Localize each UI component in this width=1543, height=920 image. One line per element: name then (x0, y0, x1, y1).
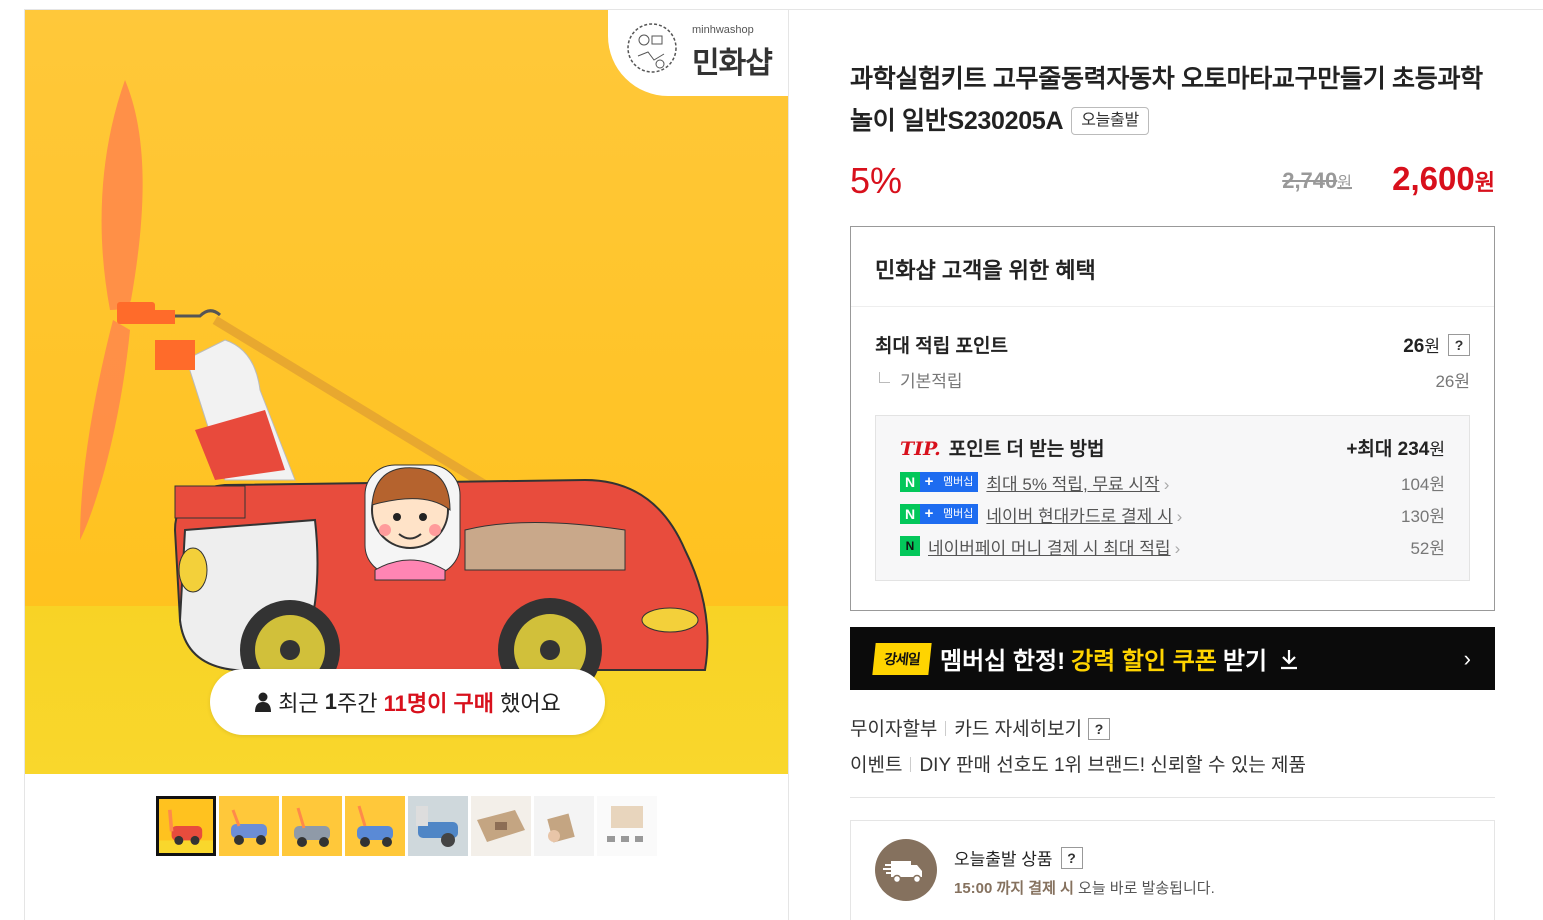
original-price-value: 2,740 (1282, 168, 1338, 193)
thumbnail-7[interactable] (534, 796, 594, 856)
thumbnail-1[interactable] (156, 796, 216, 856)
thumbnail-4[interactable] (345, 796, 405, 856)
tip-max-value: 234 (1397, 439, 1430, 460)
truck-icon (875, 839, 937, 901)
installment-row: 무이자할부 카드 자세히보기? (850, 714, 1111, 741)
max-points-row: 최대 적립 포인트 26원? (875, 331, 1470, 358)
membership-badge-text: 멤버십 (938, 504, 979, 524)
shipping-time: 15:00 까지 결제 시 (954, 880, 1074, 897)
shipping-title: 오늘출발 상품? (954, 845, 1083, 870)
sale-price-value: 2,600 (1392, 160, 1475, 197)
shipping-title-text: 오늘출발 상품 (954, 850, 1053, 869)
purchase-suffix: 했어요 (493, 691, 561, 716)
event-row: 이벤트 DIY 판매 선호도 1위 브랜드! 신뢰할 수 있는 제품 (850, 750, 1306, 777)
top-divider (789, 9, 1543, 10)
thumbnail-6[interactable] (471, 796, 531, 856)
original-price: 2,740원 (1282, 168, 1352, 194)
coupon-highlight: 강력 할인 쿠폰 (1071, 648, 1217, 675)
shipping-box: 오늘출발 상품? 15:00 까지 결제 시 오늘 바로 발송됩니다. (850, 820, 1495, 920)
max-points-label: 최대 적립 포인트 (875, 336, 1008, 357)
card-detail-link[interactable]: 카드 자세히보기 (954, 719, 1082, 740)
tip-box: TIP. 포인트 더 받는 방법 +최대 234원 N + 멤버십 최대 5% 적립,… (875, 415, 1470, 581)
sale-price: 2,600원 (1392, 160, 1495, 198)
logo-big-text: 민화샵 (692, 46, 773, 81)
sale-price-unit: 원 (1474, 170, 1495, 195)
purchase-week-suffix: 주간 (337, 691, 384, 716)
tip-heading: TIP. 포인트 더 받는 방법 (900, 434, 1104, 461)
membership-badge-text: 멤버십 (938, 472, 979, 492)
thumbnail-8[interactable] (597, 796, 657, 856)
tip-max-unit: 원 (1429, 440, 1445, 459)
coupon-text-1: 멤버십 한정! (940, 648, 1066, 675)
tip-max-wrap: +최대 234원 (1346, 434, 1445, 461)
purchase-count: 11명이 구매 (383, 691, 494, 716)
original-price-unit: 원 (1337, 175, 1352, 192)
shipping-help-button[interactable]: ? (1060, 847, 1083, 869)
thumbnail-3[interactable] (282, 796, 342, 856)
membership-coupon-button[interactable]: 강세일 멤버십 한정! 강력 할인 쿠폰 받기 › (850, 627, 1495, 690)
naver-membership-badge-icon: N + 멤버십 (900, 504, 979, 524)
today-shipping-tag: 오늘출발 (1071, 107, 1149, 135)
base-points-value: 26원 (1435, 372, 1470, 391)
product-title-text: 과학실험키트 고무줄동력자동차 오토마타교구만들기 초등과학놀이 일반S2302… (850, 65, 1483, 135)
thumbnail-5[interactable] (408, 796, 468, 856)
separator (910, 757, 912, 772)
recent-purchase-badge: 최근 1 주간 11명이 구매 했어요 (210, 669, 605, 735)
tip-value-hyundai-card: 130원 (1400, 506, 1445, 526)
max-points-help-button[interactable]: ? (1448, 333, 1470, 356)
event-label: 이벤트 (850, 755, 903, 776)
base-points-row: 기본적립 26원 (879, 367, 1470, 392)
purchase-week: 1 (324, 689, 338, 714)
purchase-prefix: 최근 (278, 691, 325, 716)
shop-logo: minhwashop 민화샵 (608, 10, 788, 96)
tip-heading-row: TIP. 포인트 더 받는 방법 +최대 234원 (900, 434, 1445, 461)
main-product-image[interactable]: minhwashop 민화샵 최근 1 주간 11명이 구매 했어요 (25, 10, 788, 774)
product-photo-rubber-band-car (80, 80, 709, 702)
coupon-text-2: 받기 (1222, 648, 1268, 675)
chevron-right-icon: › (1463, 645, 1471, 671)
thumbnail-strip (156, 796, 657, 856)
tip-row-naverpay: N 네이버페이 머니 결제 시 최대 적립 52원 (900, 534, 1445, 559)
tip-max-prefix: +최대 (1346, 439, 1398, 460)
benefit-heading: 민화샵 고객을 위한 혜택 (851, 227, 1494, 307)
discount-rate: 5% (850, 160, 903, 201)
event-text: DIY 판매 선호도 1위 브랜드! 신뢰할 수 있는 제품 (919, 755, 1307, 776)
product-image-panel: minhwashop 민화샵 최근 1 주간 11명이 구매 했어요 (24, 9, 789, 920)
logo-small-text: minhwashop (692, 24, 754, 36)
section-divider (850, 797, 1495, 798)
tip-row-membership: N+멤버십 최대 5% 적립, 무료 시작 104원 (900, 470, 1445, 495)
thumbnail-2[interactable] (219, 796, 279, 856)
coupon-brand-logo: 강세일 (872, 642, 932, 675)
tip-value-naverpay: 52원 (1410, 538, 1445, 558)
tip-link-membership[interactable]: 최대 5% 적립, 무료 시작 (986, 470, 1169, 495)
tip-row-hyundai-card: N+멤버십 네이버 현대카드로 결제 시 130원 (900, 502, 1445, 527)
naverpay-icon: N (900, 536, 920, 556)
tip-heading-text: 포인트 더 받는 방법 (948, 439, 1105, 460)
max-points-unit: 원 (1424, 336, 1440, 356)
benefit-box: 민화샵 고객을 위한 혜택 최대 적립 포인트 26원? 기본적립 26원 TI… (850, 226, 1495, 611)
download-icon (1281, 649, 1298, 669)
tip-link-naverpay[interactable]: 네이버페이 머니 결제 시 최대 적립 (928, 534, 1180, 559)
max-points-value-wrap: 26원? (1403, 332, 1470, 358)
shipping-desc-text: 오늘 바로 발송됩니다. (1073, 880, 1215, 897)
base-points-label: 기본적립 (879, 367, 963, 392)
shipping-desc: 15:00 까지 결제 시 오늘 바로 발송됩니다. (954, 877, 1215, 898)
logo-doodle-icon (627, 23, 677, 73)
product-title: 과학실험키트 고무줄동력자동차 오토마타교구만들기 초등과학놀이 일반S2302… (850, 58, 1495, 142)
tip-link-hyundai-card[interactable]: 네이버 현대카드로 결제 시 (986, 502, 1182, 527)
naver-membership-badge-icon: N + 멤버십 (900, 472, 979, 492)
installment-label: 무이자할부 (850, 719, 938, 740)
tip-value-membership: 104원 (1400, 474, 1445, 494)
separator (945, 721, 947, 736)
max-points-value: 26 (1403, 335, 1425, 357)
tip-word: TIP. (900, 438, 941, 460)
card-help-button[interactable]: ? (1088, 718, 1111, 740)
person-icon (255, 692, 272, 712)
